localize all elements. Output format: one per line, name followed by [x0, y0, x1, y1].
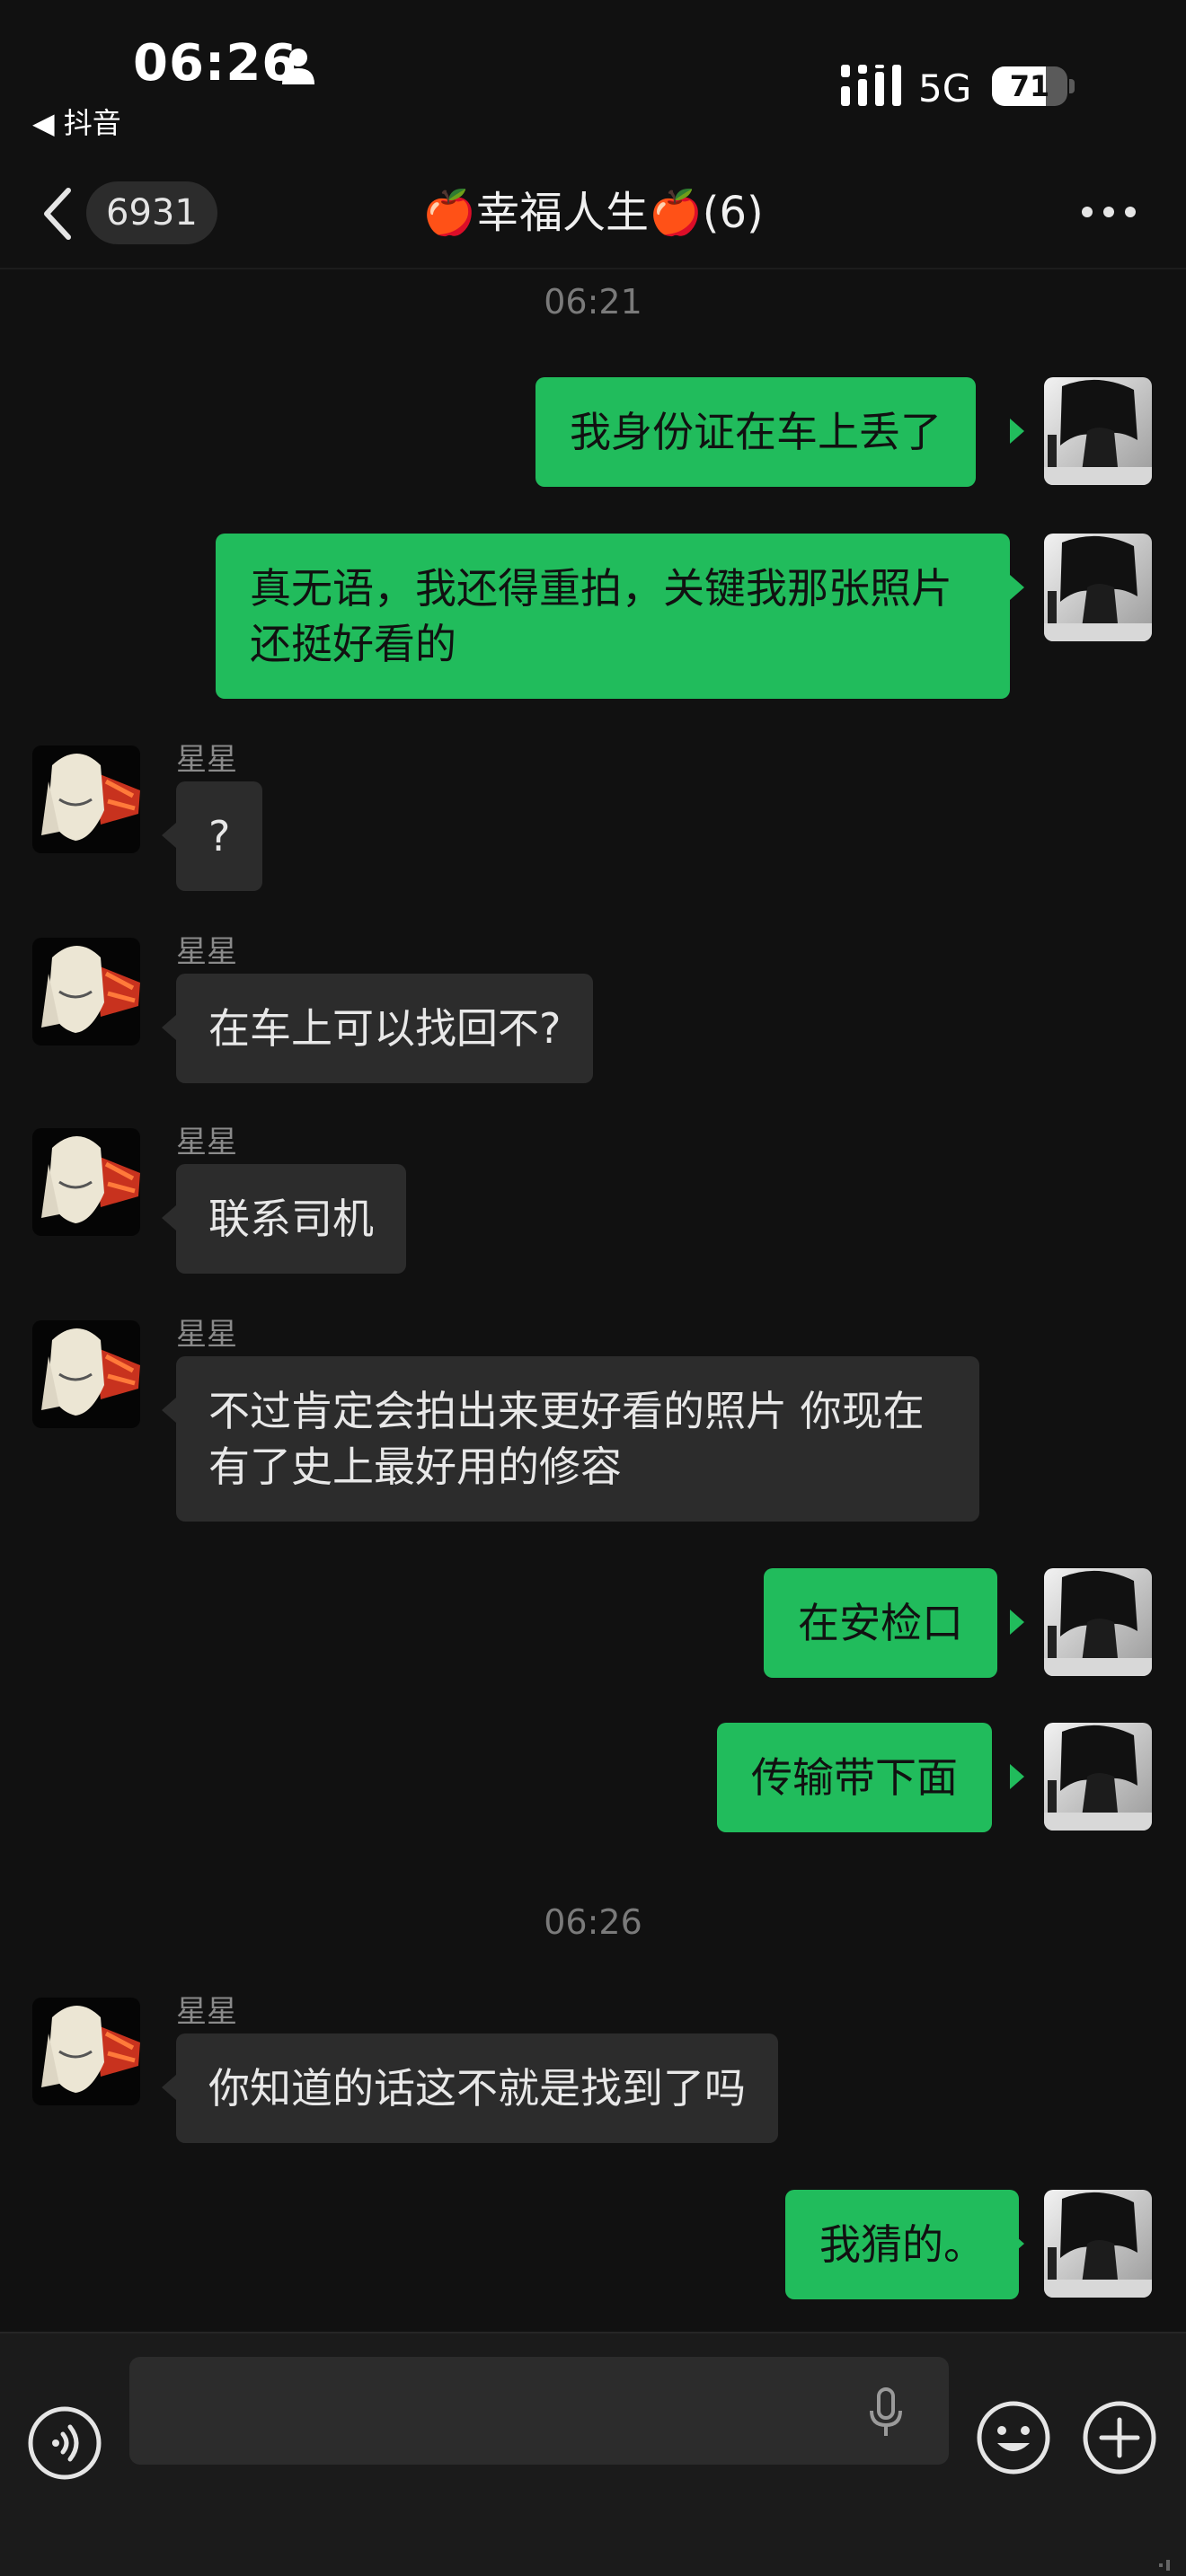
- battery-indicator: 71: [992, 66, 1075, 106]
- timestamp: 06:26: [544, 1902, 642, 1942]
- battery-percent: 71: [1009, 69, 1050, 103]
- mic-icon[interactable]: [868, 2387, 904, 2438]
- avatar[interactable]: [1044, 534, 1152, 641]
- avatar[interactable]: [32, 745, 140, 853]
- incoming-message[interactable]: 你知道的话这不就是找到了吗: [176, 2033, 778, 2143]
- back-to-app-link[interactable]: ◀ 抖音: [32, 101, 121, 142]
- sender-name: 星星: [176, 1125, 237, 1160]
- message-text: 联系司机: [208, 1195, 374, 1243]
- sender-name: 星星: [176, 742, 237, 778]
- message-text: 我身份证在车上丢了: [570, 408, 942, 456]
- outgoing-message[interactable]: 我身份证在车上丢了: [535, 377, 976, 487]
- message-text: 你知道的话这不就是找到了吗: [208, 2064, 746, 2113]
- network-type: 5G: [918, 66, 972, 110]
- avatar[interactable]: [32, 1998, 140, 2105]
- message-text: 传输带下面: [751, 1753, 958, 1802]
- bubble-tail: [162, 2075, 176, 2100]
- incoming-message[interactable]: ?: [176, 781, 263, 891]
- incoming-message[interactable]: 在车上可以找回不?: [176, 974, 594, 1083]
- message-text: 真无语，我还得重拍，关键我那张照片还挺好看的: [250, 564, 952, 668]
- message-input[interactable]: [129, 2357, 949, 2465]
- message-text: 在安检口: [798, 1599, 963, 1647]
- avatar[interactable]: [32, 1128, 140, 1236]
- message-text: 在车上可以找回不?: [208, 1004, 562, 1053]
- status-time: 06:26: [133, 34, 298, 93]
- timestamp: 06:21: [544, 282, 642, 322]
- outgoing-message[interactable]: 真无语，我还得重拍，关键我那张照片还挺好看的: [216, 534, 1010, 699]
- person-icon: [282, 49, 314, 84]
- signal-icon: [841, 65, 901, 106]
- bubble-tail: [1010, 2231, 1024, 2256]
- divider: [0, 2332, 1186, 2333]
- bubble-tail: [162, 1398, 176, 1423]
- incoming-message[interactable]: 不过肯定会拍出来更好看的照片 你现在有了史上最好用的修容: [176, 1356, 979, 1522]
- avatar[interactable]: [1044, 2190, 1152, 2298]
- outgoing-message[interactable]: 我猜的。: [785, 2190, 1019, 2299]
- emoji-icon[interactable]: [976, 2400, 1051, 2475]
- avatar[interactable]: [32, 938, 140, 1045]
- avatar[interactable]: [1044, 1723, 1152, 1831]
- avatar[interactable]: [32, 1320, 140, 1428]
- home-indicator-icon: [1159, 2560, 1170, 2571]
- message-text: 不过肯定会拍出来更好看的照片 你现在有了史上最好用的修容: [208, 1387, 925, 1491]
- bubble-tail: [162, 823, 176, 848]
- header-divider: [0, 268, 1186, 269]
- chat-header: 6931 🍎幸福人生🍎(6): [0, 158, 1186, 269]
- avatar[interactable]: [1044, 377, 1152, 485]
- avatar[interactable]: [1044, 1568, 1152, 1676]
- bubble-tail: [1010, 1610, 1024, 1635]
- bubble-tail: [1010, 1764, 1024, 1789]
- input-bar: [0, 2332, 1186, 2576]
- message-text: 我猜的。: [819, 2220, 985, 2269]
- voice-icon[interactable]: [27, 2405, 102, 2481]
- more-dots-icon[interactable]: [1078, 203, 1139, 221]
- sender-name: 星星: [176, 934, 237, 970]
- sender-name: 星星: [176, 1317, 237, 1353]
- bubble-tail: [162, 1205, 176, 1231]
- message-text: ?: [208, 812, 231, 860]
- bubble-tail: [1010, 575, 1024, 600]
- incoming-message[interactable]: 联系司机: [176, 1164, 406, 1274]
- sender-name: 星星: [176, 1994, 237, 2030]
- outgoing-message[interactable]: 传输带下面: [717, 1723, 992, 1832]
- bubble-tail: [162, 1015, 176, 1040]
- plus-icon[interactable]: [1082, 2400, 1157, 2475]
- outgoing-message[interactable]: 在安检口: [764, 1568, 997, 1678]
- chat-title: 🍎幸福人生🍎(6): [422, 188, 764, 238]
- bubble-tail: [1010, 419, 1024, 444]
